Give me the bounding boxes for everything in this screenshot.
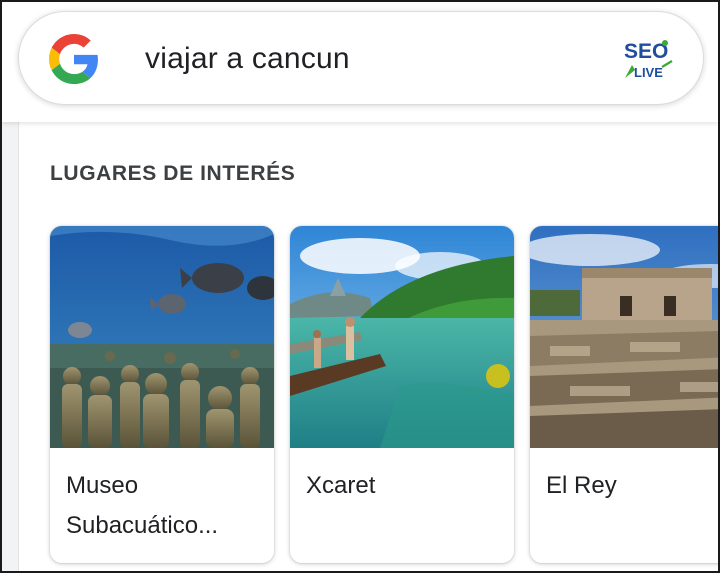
place-name: Museo Subacuático...: [66, 472, 219, 539]
app-frame: viajar a cancun SEO LIVE LUGARES DE INTE…: [0, 0, 720, 573]
search-header: viajar a cancun SEO LIVE: [2, 2, 718, 122]
xcaret-lagoon-photo: [290, 226, 514, 448]
seo-alive-logo-icon: SEO LIVE: [624, 40, 673, 80]
place-card-el-rey[interactable]: El Rey: [530, 226, 718, 563]
place-name: El Rey: [546, 472, 617, 499]
svg-text:LIVE: LIVE: [634, 65, 663, 80]
el-rey-ruins-photo: [530, 226, 718, 448]
section-title: LUGARES DE INTERÉS: [50, 162, 296, 185]
places-panel: LUGARES DE INTERÉS Museo Subacuático... …: [18, 122, 718, 571]
underwater-statues-photo: [50, 226, 274, 448]
place-card-xcaret[interactable]: Xcaret: [290, 226, 514, 563]
google-logo-icon[interactable]: [49, 34, 99, 84]
svg-text:SEO: SEO: [624, 40, 668, 63]
search-box[interactable]: viajar a cancun SEO LIVE: [18, 11, 704, 105]
place-card-museo[interactable]: Museo Subacuático...: [50, 226, 274, 563]
search-query-text[interactable]: viajar a cancun: [145, 42, 350, 76]
place-name: Xcaret: [306, 472, 376, 499]
